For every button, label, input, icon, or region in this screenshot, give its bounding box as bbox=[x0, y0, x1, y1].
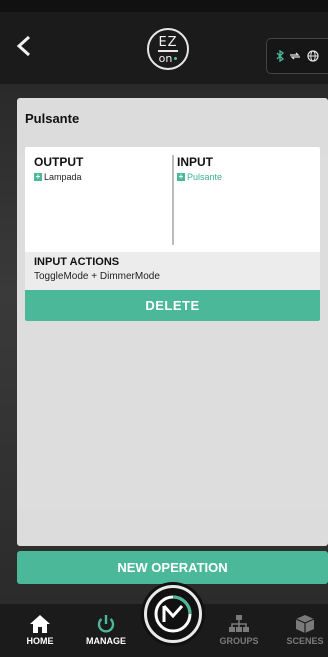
input-actions-label: INPUT ACTIONS bbox=[34, 256, 120, 268]
input-item[interactable]: + Pulsante bbox=[177, 172, 307, 182]
dimmer-dial-icon bbox=[154, 595, 192, 633]
operation-card[interactable]: OUTPUT + Lampada INPUT + Pulsante INPUT … bbox=[25, 147, 320, 321]
input-item-label: Pulsante bbox=[187, 172, 223, 182]
home-icon bbox=[30, 615, 50, 633]
nav-home-label: HOME bbox=[26, 636, 54, 646]
connection-status[interactable] bbox=[266, 38, 328, 74]
input-label: INPUT bbox=[177, 155, 213, 169]
nav-scenes[interactable]: SCENES bbox=[280, 614, 328, 646]
new-operation-button[interactable]: NEW OPERATION bbox=[17, 551, 328, 584]
nav-home[interactable]: HOME bbox=[15, 614, 65, 646]
sync-arrows-icon bbox=[290, 52, 301, 60]
bluetooth-icon bbox=[276, 50, 284, 62]
nav-manage[interactable]: MANAGE bbox=[81, 614, 131, 646]
logo-text-bottom: on bbox=[158, 51, 173, 65]
input-column: INPUT + Pulsante bbox=[177, 155, 307, 182]
logo-text-top: EZ bbox=[158, 34, 178, 50]
output-item-label: Lampada bbox=[44, 172, 82, 182]
operation-title: Pulsante bbox=[25, 111, 80, 126]
power-icon bbox=[97, 615, 115, 633]
status-bar bbox=[0, 0, 328, 12]
delete-button[interactable]: DELETE bbox=[25, 290, 320, 321]
nav-scenes-label: SCENES bbox=[286, 636, 324, 646]
nav-manage-label: MANAGE bbox=[86, 636, 126, 646]
operations-panel: Pulsante OUTPUT + Lampada INPUT + Pulsan… bbox=[17, 98, 328, 546]
input-actions: INPUT ACTIONS ToggleMode + DimmerMode bbox=[25, 252, 320, 290]
nav-groups[interactable]: GROUPS bbox=[214, 614, 264, 646]
center-action-button[interactable] bbox=[144, 585, 202, 643]
output-column: OUTPUT + Lampada bbox=[34, 155, 169, 182]
plus-icon: + bbox=[34, 172, 42, 181]
chevron-left-icon bbox=[16, 35, 31, 57]
output-label: OUTPUT bbox=[34, 155, 84, 169]
groups-icon bbox=[229, 615, 249, 632]
top-bar: EZ on bbox=[0, 12, 328, 84]
logo-dot bbox=[174, 56, 178, 60]
nav-groups-label: GROUPS bbox=[219, 636, 259, 646]
back-button[interactable] bbox=[10, 32, 38, 60]
globe-icon bbox=[307, 50, 319, 62]
cube-icon bbox=[295, 615, 315, 633]
output-item[interactable]: + Lampada bbox=[34, 172, 169, 182]
input-actions-value: ToggleMode + DimmerMode bbox=[34, 271, 160, 282]
plus-icon: + bbox=[177, 172, 185, 181]
column-divider bbox=[172, 155, 174, 245]
app-logo: EZ on bbox=[147, 28, 189, 70]
